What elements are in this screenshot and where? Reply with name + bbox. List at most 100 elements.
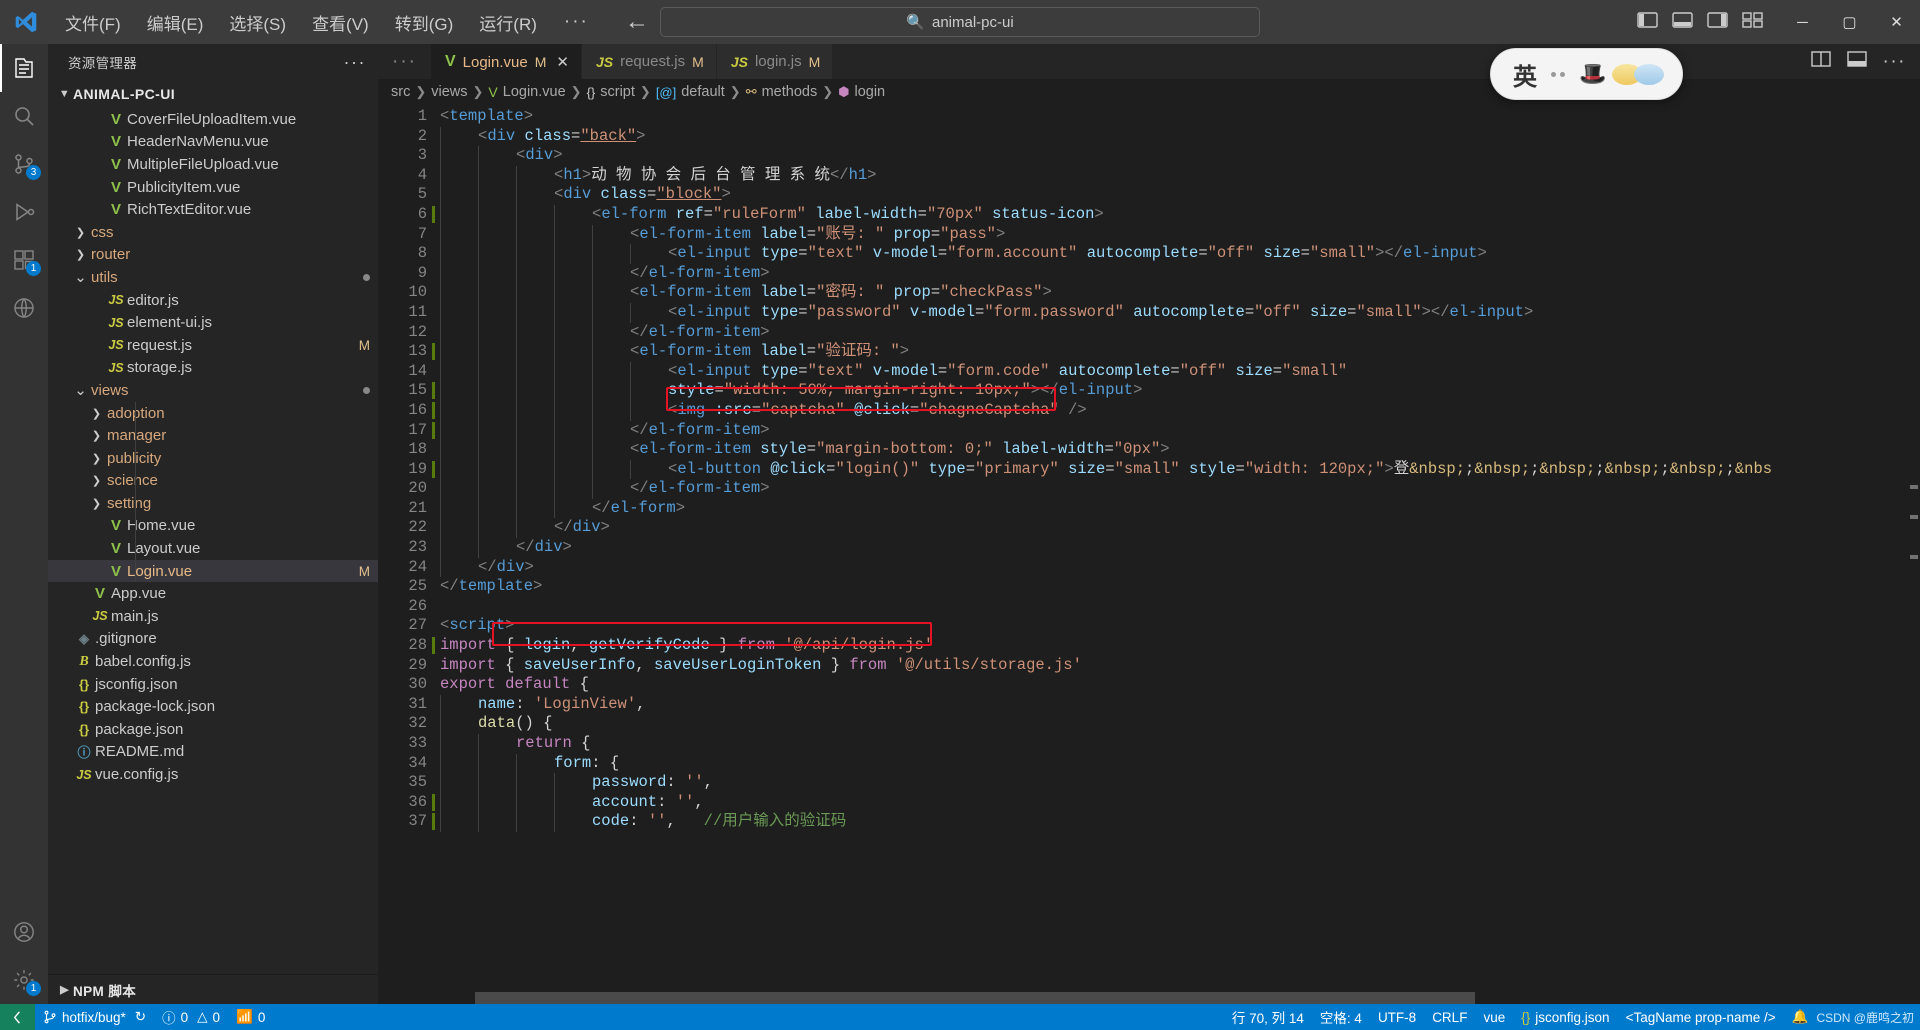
tree-item-babel-config-js[interactable]: Bbabel.config.js: [48, 650, 378, 673]
tree-item-element-ui-js[interactable]: JS element-ui.js: [48, 311, 378, 334]
tree-item-views[interactable]: ⌄ views: [48, 379, 378, 402]
ime-language-widget[interactable]: 英 🎩: [1490, 48, 1684, 100]
activity-remote-explorer[interactable]: [0, 284, 48, 332]
encoding-setting[interactable]: UTF-8: [1370, 1004, 1424, 1030]
code-line[interactable]: </template>: [440, 577, 1920, 597]
code-line[interactable]: <el-input type="password" v-model="form.…: [440, 302, 1920, 323]
code-line[interactable]: </div>: [440, 557, 1920, 578]
tree-item-editor-js[interactable]: JS editor.js: [48, 289, 378, 312]
maximize-button[interactable]: ▢: [1826, 0, 1873, 44]
code-line[interactable]: <img :src="captcha" @click="chagneCaptch…: [440, 400, 1920, 421]
code-line[interactable]: <el-form ref="ruleForm" label-width="70p…: [440, 204, 1920, 225]
tree-item-headernavmenu-vue[interactable]: V HeaderNavMenu.vue: [48, 131, 378, 154]
tree-item-multiplefileupload-vue[interactable]: V MultipleFileUpload.vue: [48, 153, 378, 176]
code-line[interactable]: form: {: [440, 753, 1920, 774]
customize-layout-icon[interactable]: [1742, 11, 1763, 34]
toggle-primary-sidebar-icon[interactable]: [1637, 11, 1658, 34]
code-line[interactable]: import { saveUserInfo, saveUserLoginToke…: [440, 656, 1920, 676]
tree-item-layout-vue[interactable]: V Layout.vue: [48, 537, 378, 560]
tab-request-js[interactable]: JS request.js M: [581, 44, 717, 79]
minimize-button[interactable]: ─: [1779, 0, 1826, 44]
code-line[interactable]: <div class="block">: [440, 185, 1920, 205]
tree-item-richtexteditor-vue[interactable]: V RichTextEditor.vue: [48, 198, 378, 221]
sync-icon[interactable]: ↻: [135, 1009, 146, 1025]
tab-login-vue[interactable]: V Login.vue M ✕: [430, 44, 582, 79]
menu-more-button[interactable]: ···: [550, 6, 603, 38]
tree-item-home-vue[interactable]: V Home.vue: [48, 515, 378, 538]
tag-hint[interactable]: <TagName prop-name />: [1618, 1004, 1784, 1030]
breadcrumb-item-login[interactable]: login: [854, 84, 885, 100]
tree-item-request-js[interactable]: JS request.js M: [48, 334, 378, 357]
tree-item-app-vue[interactable]: V App.vue: [48, 582, 378, 605]
code-line[interactable]: name: 'LoginView',: [440, 694, 1920, 715]
tree-item-manager[interactable]: ❯ manager: [48, 424, 378, 447]
breadcrumb-item-script[interactable]: script: [600, 84, 635, 100]
cursor-position[interactable]: 行 70, 列 14: [1224, 1004, 1312, 1030]
tree-item-router[interactable]: ❯ router: [48, 244, 378, 267]
code-line[interactable]: <el-button @click="login()" type="primar…: [440, 459, 1920, 480]
more-actions-dots[interactable]: ···: [1883, 51, 1906, 73]
tree-item-coverfileuploaditem-vue[interactable]: V CoverFileUploadItem.vue: [48, 108, 378, 131]
activity-settings[interactable]: 1: [0, 956, 48, 1004]
source-control-branch[interactable]: hotfix/bug* ↻: [35, 1004, 154, 1030]
code-line[interactable]: <div>: [440, 146, 1920, 166]
search-input[interactable]: 🔍 animal-pc-ui: [660, 7, 1260, 37]
breadcrumb-item-default[interactable]: default: [681, 84, 725, 100]
eol-setting[interactable]: CRLF: [1424, 1004, 1475, 1030]
activity-explorer[interactable]: [0, 44, 48, 92]
activity-source-control[interactable]: 3: [0, 140, 48, 188]
editor-more-actions-icon[interactable]: [1846, 50, 1867, 73]
close-icon[interactable]: ✕: [556, 53, 569, 71]
menu-view[interactable]: 查看(V): [299, 5, 382, 40]
code-line[interactable]: </el-form-item>: [440, 420, 1920, 441]
tree-item-package-lock-json[interactable]: {} package-lock.json: [48, 695, 378, 718]
code-line[interactable]: <el-form-item label="账号: " prop="pass">: [440, 224, 1920, 245]
code-line[interactable]: <el-form-item style="margin-bottom: 0;" …: [440, 440, 1920, 460]
code-editor[interactable]: 1 2 3 4 5 6 7 8 9 10 11 12 13 14 15 16 17 18 19 20 21 22 23 24 2…: [378, 105, 1920, 1004]
code-line[interactable]: <template>: [440, 107, 1920, 127]
tree-item-science[interactable]: ❯ science: [48, 470, 378, 493]
jsconfig-indicator[interactable]: {} jsconfig.json: [1513, 1004, 1617, 1030]
code-line[interactable]: import { login, getVerifyCode } from '@/…: [440, 636, 1920, 656]
breadcrumb[interactable]: src ❯ views ❯ V Login.vue ❯ {} script ❯ …: [378, 79, 1920, 105]
menu-edit[interactable]: 编辑(E): [134, 5, 217, 40]
code-line[interactable]: data() {: [440, 714, 1920, 734]
code-line[interactable]: </el-form-item>: [440, 322, 1920, 343]
menu-selection[interactable]: 选择(S): [216, 5, 299, 40]
ime-cloud-icon[interactable]: [1612, 63, 1665, 85]
tree-item-package-json[interactable]: {} package.json: [48, 718, 378, 741]
file-tree[interactable]: V CoverFileUploadItem.vue V HeaderNavMenu.v…: [48, 108, 378, 974]
npm-scripts-section[interactable]: ▶ NPM 脚本: [48, 974, 378, 1004]
code-content[interactable]: <template> <div class="back"> <div> <h1>动 物…: [440, 105, 1920, 1004]
code-line[interactable]: password: '',: [440, 773, 1920, 793]
breadcrumb-item-file[interactable]: Login.vue: [503, 84, 566, 100]
code-line[interactable]: account: '',: [440, 792, 1920, 813]
tree-item-readme-md[interactable]: ⓘ README.md: [48, 741, 378, 764]
tree-item-login-vue[interactable]: V Login.vue M: [48, 559, 378, 583]
code-line[interactable]: <div class="back">: [440, 126, 1920, 147]
arrow-left-icon[interactable]: ←: [625, 10, 649, 34]
language-mode[interactable]: vue: [1475, 1004, 1513, 1030]
tree-item-publicityitem-vue[interactable]: V PublicityItem.vue: [48, 176, 378, 199]
code-line[interactable]: <script>: [440, 616, 1920, 636]
tree-item-main-js[interactable]: JS main.js: [48, 605, 378, 628]
code-line[interactable]: export default {: [440, 675, 1920, 695]
code-line[interactable]: </el-form-item>: [440, 479, 1920, 499]
command-center[interactable]: 🔍 animal-pc-ui: [660, 7, 1260, 37]
menu-file[interactable]: 文件(F): [52, 5, 134, 40]
menu-go[interactable]: 转到(G): [382, 5, 467, 40]
code-line[interactable]: </el-form-item>: [440, 263, 1920, 284]
horizontal-scrollbar-thumb[interactable]: [475, 992, 1475, 1004]
tree-item-setting[interactable]: ❯ setting: [48, 492, 378, 515]
code-line[interactable]: [440, 597, 1920, 617]
activity-run-and-debug[interactable]: [0, 188, 48, 236]
code-line[interactable]: <el-form-item label="密码: " prop="checkPa…: [440, 283, 1920, 303]
tab-login-js[interactable]: JS login.js M: [716, 44, 834, 79]
activity-extensions[interactable]: 1: [0, 236, 48, 284]
tree-item-adoption[interactable]: ❯adoption: [48, 402, 378, 425]
horizontal-scrollbar[interactable]: [440, 992, 1906, 1004]
explorer-more-actions-button[interactable]: ···: [344, 52, 366, 73]
activity-accounts[interactable]: [0, 908, 48, 956]
tree-item-publicity[interactable]: ❯publicity: [48, 447, 378, 470]
code-line[interactable]: <el-input type="text" v-model="form.code…: [440, 361, 1920, 382]
